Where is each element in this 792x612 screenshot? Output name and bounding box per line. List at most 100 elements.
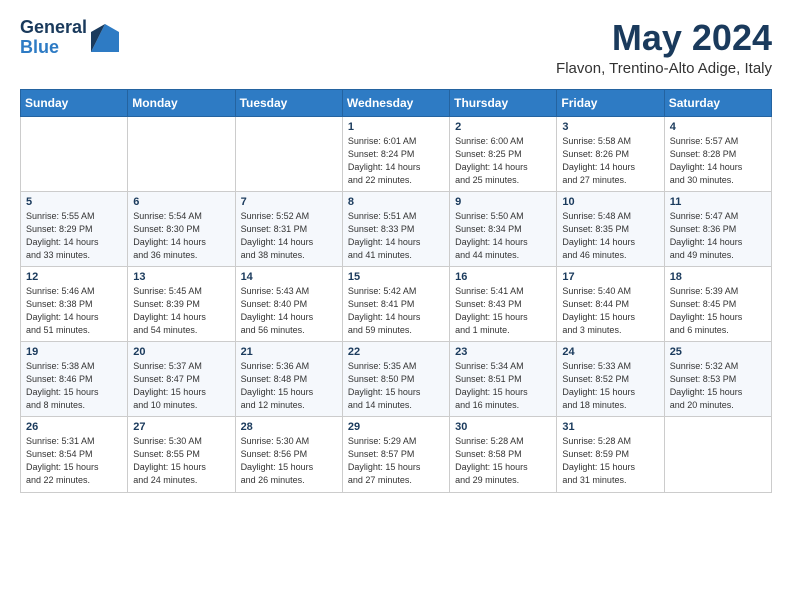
day-info: Sunrise: 5:46 AM Sunset: 8:38 PM Dayligh… bbox=[26, 285, 122, 337]
weekday-header-sunday: Sunday bbox=[21, 89, 128, 116]
day-number: 18 bbox=[670, 271, 766, 283]
calendar-cell: 2 Sunrise: 6:00 AM Sunset: 8:25 PM Daylig… bbox=[450, 116, 557, 191]
day-info: Sunrise: 5:31 AM Sunset: 8:54 PM Dayligh… bbox=[26, 435, 122, 487]
day-number: 13 bbox=[133, 271, 229, 283]
calendar-week-row: 5 Sunrise: 5:55 AM Sunset: 8:29 PM Daylig… bbox=[21, 191, 772, 266]
weekday-header-friday: Friday bbox=[557, 89, 664, 116]
title-block: May 2024 Flavon, Trentino-Alto Adige, It… bbox=[556, 18, 772, 77]
day-info: Sunrise: 5:32 AM Sunset: 8:53 PM Dayligh… bbox=[670, 360, 766, 412]
day-info: Sunrise: 5:29 AM Sunset: 8:57 PM Dayligh… bbox=[348, 435, 444, 487]
calendar-cell bbox=[664, 417, 771, 492]
day-number: 31 bbox=[562, 421, 658, 433]
day-number: 14 bbox=[241, 271, 337, 283]
calendar-table: SundayMondayTuesdayWednesdayThursdayFrid… bbox=[20, 89, 772, 493]
day-info: Sunrise: 5:33 AM Sunset: 8:52 PM Dayligh… bbox=[562, 360, 658, 412]
calendar-cell: 4Sunrise: 5:57 AM Sunset: 8:28 PM Daylig… bbox=[664, 116, 771, 191]
calendar-cell: 28Sunrise: 5:30 AM Sunset: 8:56 PM Dayli… bbox=[235, 417, 342, 492]
weekday-header-row: SundayMondayTuesdayWednesdayThursdayFrid… bbox=[21, 89, 772, 116]
calendar-cell: 17 Sunrise: 5:40 AM Sunset: 8:44 PM Dayli… bbox=[557, 266, 664, 341]
day-info: Sunrise: 5:35 AM Sunset: 8:50 PM Dayligh… bbox=[348, 360, 444, 412]
calendar-cell: 10 Sunrise: 5:48 AM Sunset: 8:35 PM Dayli… bbox=[557, 191, 664, 266]
calendar-cell bbox=[128, 116, 235, 191]
calendar-week-row: 1 Sunrise: 6:01 AM Sunset: 8:24 PM Daylig… bbox=[21, 116, 772, 191]
calendar-cell: 16Sunrise: 5:41 AM Sunset: 8:43 PM Dayli… bbox=[450, 266, 557, 341]
logo-icon bbox=[91, 24, 119, 52]
day-number: 19 bbox=[26, 346, 122, 358]
day-info: Sunrise: 5:30 AM Sunset: 8:55 PM Dayligh… bbox=[133, 435, 229, 487]
day-number: 16 bbox=[455, 271, 551, 283]
calendar-cell: 3 Sunrise: 5:58 AM Sunset: 8:26 PM Daylig… bbox=[557, 116, 664, 191]
day-number: 3 bbox=[562, 121, 658, 133]
calendar-week-row: 26Sunrise: 5:31 AM Sunset: 8:54 PM Dayli… bbox=[21, 417, 772, 492]
day-number: 4 bbox=[670, 121, 766, 133]
logo-general: General bbox=[20, 18, 87, 38]
day-number: 7 bbox=[241, 196, 337, 208]
calendar-cell: 15Sunrise: 5:42 AM Sunset: 8:41 PM Dayli… bbox=[342, 266, 449, 341]
day-info: Sunrise: 5:47 AM Sunset: 8:36 PM Dayligh… bbox=[670, 210, 766, 262]
day-info: Sunrise: 5:28 AM Sunset: 8:58 PM Dayligh… bbox=[455, 435, 551, 487]
calendar-cell bbox=[235, 116, 342, 191]
day-info: Sunrise: 5:50 AM Sunset: 8:34 PM Dayligh… bbox=[455, 210, 551, 262]
day-number: 6 bbox=[133, 196, 229, 208]
day-number: 11 bbox=[670, 196, 766, 208]
header: General Blue May 2024 Flavon, Trentino-A… bbox=[20, 18, 772, 77]
calendar-cell: 6 Sunrise: 5:54 AM Sunset: 8:30 PM Daylig… bbox=[128, 191, 235, 266]
calendar-cell: 22 Sunrise: 5:35 AM Sunset: 8:50 PM Dayli… bbox=[342, 342, 449, 417]
calendar-cell: 11 Sunrise: 5:47 AM Sunset: 8:36 PM Dayli… bbox=[664, 191, 771, 266]
day-number: 27 bbox=[133, 421, 229, 433]
calendar-cell: 8Sunrise: 5:51 AM Sunset: 8:33 PM Daylig… bbox=[342, 191, 449, 266]
day-number: 30 bbox=[455, 421, 551, 433]
day-info: Sunrise: 5:40 AM Sunset: 8:44 PM Dayligh… bbox=[562, 285, 658, 337]
day-number: 2 bbox=[455, 121, 551, 133]
day-info: Sunrise: 6:00 AM Sunset: 8:25 PM Dayligh… bbox=[455, 135, 551, 187]
day-number: 5 bbox=[26, 196, 122, 208]
day-number: 12 bbox=[26, 271, 122, 283]
calendar-cell: 1 Sunrise: 6:01 AM Sunset: 8:24 PM Daylig… bbox=[342, 116, 449, 191]
weekday-header-saturday: Saturday bbox=[664, 89, 771, 116]
calendar-cell: 14 Sunrise: 5:43 AM Sunset: 8:40 PM Dayli… bbox=[235, 266, 342, 341]
day-info: Sunrise: 5:58 AM Sunset: 8:26 PM Dayligh… bbox=[562, 135, 658, 187]
day-info: Sunrise: 6:01 AM Sunset: 8:24 PM Dayligh… bbox=[348, 135, 444, 187]
calendar-cell: 19 Sunrise: 5:38 AM Sunset: 8:46 PM Dayli… bbox=[21, 342, 128, 417]
day-number: 29 bbox=[348, 421, 444, 433]
day-number: 17 bbox=[562, 271, 658, 283]
logo: General Blue bbox=[20, 18, 119, 58]
calendar-cell: 27 Sunrise: 5:30 AM Sunset: 8:55 PM Dayli… bbox=[128, 417, 235, 492]
weekday-header-monday: Monday bbox=[128, 89, 235, 116]
calendar-cell: 13 Sunrise: 5:45 AM Sunset: 8:39 PM Dayli… bbox=[128, 266, 235, 341]
day-info: Sunrise: 5:42 AM Sunset: 8:41 PM Dayligh… bbox=[348, 285, 444, 337]
day-info: Sunrise: 5:54 AM Sunset: 8:30 PM Dayligh… bbox=[133, 210, 229, 262]
day-number: 22 bbox=[348, 346, 444, 358]
calendar-cell: 23 Sunrise: 5:34 AM Sunset: 8:51 PM Dayli… bbox=[450, 342, 557, 417]
calendar-cell bbox=[21, 116, 128, 191]
weekday-header-thursday: Thursday bbox=[450, 89, 557, 116]
day-number: 23 bbox=[455, 346, 551, 358]
day-number: 20 bbox=[133, 346, 229, 358]
calendar-cell: 29 Sunrise: 5:29 AM Sunset: 8:57 PM Dayli… bbox=[342, 417, 449, 492]
day-info: Sunrise: 5:45 AM Sunset: 8:39 PM Dayligh… bbox=[133, 285, 229, 337]
day-number: 10 bbox=[562, 196, 658, 208]
day-info: Sunrise: 5:30 AM Sunset: 8:56 PM Dayligh… bbox=[241, 435, 337, 487]
day-info: Sunrise: 5:55 AM Sunset: 8:29 PM Dayligh… bbox=[26, 210, 122, 262]
day-info: Sunrise: 5:36 AM Sunset: 8:48 PM Dayligh… bbox=[241, 360, 337, 412]
calendar-week-row: 19 Sunrise: 5:38 AM Sunset: 8:46 PM Dayli… bbox=[21, 342, 772, 417]
day-number: 25 bbox=[670, 346, 766, 358]
day-number: 21 bbox=[241, 346, 337, 358]
day-info: Sunrise: 5:28 AM Sunset: 8:59 PM Dayligh… bbox=[562, 435, 658, 487]
day-info: Sunrise: 5:51 AM Sunset: 8:33 PM Dayligh… bbox=[348, 210, 444, 262]
page: General Blue May 2024 Flavon, Trentino-A… bbox=[0, 0, 792, 511]
day-info: Sunrise: 5:48 AM Sunset: 8:35 PM Dayligh… bbox=[562, 210, 658, 262]
day-info: Sunrise: 5:43 AM Sunset: 8:40 PM Dayligh… bbox=[241, 285, 337, 337]
calendar-cell: 21 Sunrise: 5:36 AM Sunset: 8:48 PM Dayli… bbox=[235, 342, 342, 417]
location-title: Flavon, Trentino-Alto Adige, Italy bbox=[556, 60, 772, 77]
day-number: 9 bbox=[455, 196, 551, 208]
day-info: Sunrise: 5:37 AM Sunset: 8:47 PM Dayligh… bbox=[133, 360, 229, 412]
day-number: 1 bbox=[348, 121, 444, 133]
calendar-cell: 30 Sunrise: 5:28 AM Sunset: 8:58 PM Dayli… bbox=[450, 417, 557, 492]
calendar-cell: 20 Sunrise: 5:37 AM Sunset: 8:47 PM Dayli… bbox=[128, 342, 235, 417]
day-info: Sunrise: 5:34 AM Sunset: 8:51 PM Dayligh… bbox=[455, 360, 551, 412]
calendar-cell: 5 Sunrise: 5:55 AM Sunset: 8:29 PM Daylig… bbox=[21, 191, 128, 266]
day-info: Sunrise: 5:38 AM Sunset: 8:46 PM Dayligh… bbox=[26, 360, 122, 412]
calendar-cell: 18Sunrise: 5:39 AM Sunset: 8:45 PM Dayli… bbox=[664, 266, 771, 341]
logo-blue: Blue bbox=[20, 38, 87, 58]
